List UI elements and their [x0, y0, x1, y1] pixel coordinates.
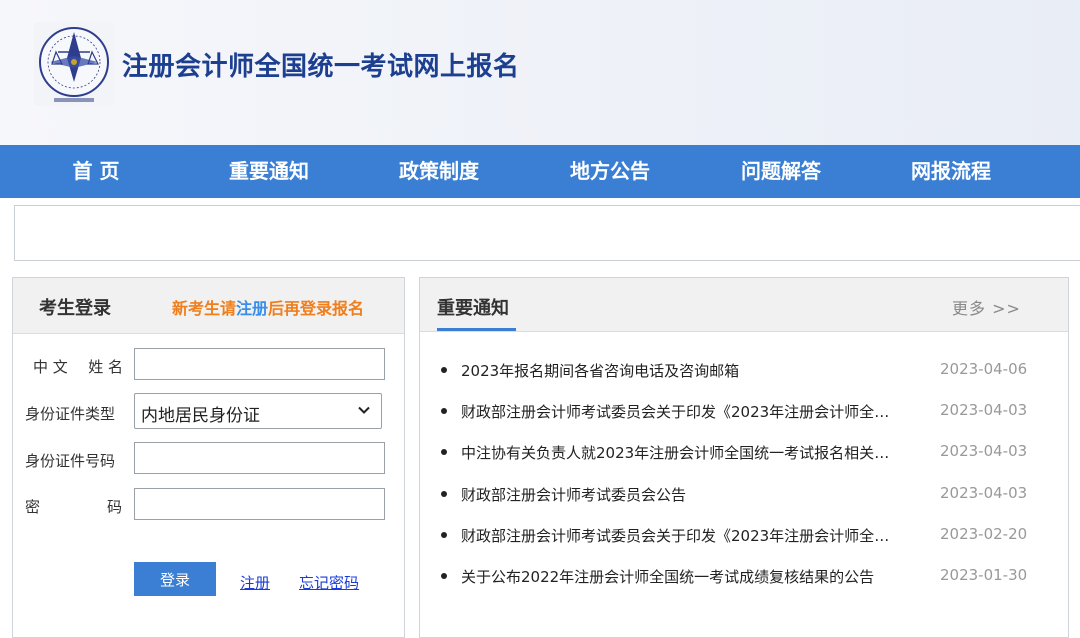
notice-item[interactable]: 财政部注册会计师考试委员会关于印发《2023年注册会计师全国统一考试大纲》的通知…	[420, 522, 1068, 548]
notices-title-underline	[437, 328, 516, 331]
id-type-select[interactable]: 内地居民身份证	[134, 393, 382, 429]
name-row: 中 文 姓 名	[13, 348, 404, 382]
register-hint-prefix: 新考生请	[172, 299, 237, 318]
name-label-part-2: 姓 名	[88, 358, 123, 376]
nav-item-policies[interactable]: 政策制度	[364, 145, 514, 198]
site-title: 注册会计师全国统一考试网上报名	[122, 52, 520, 82]
notices-title[interactable]: 重要通知	[437, 294, 509, 320]
notice-title[interactable]: 财政部注册会计师考试委员会关于印发《2023年注册会计师全国统一考试报名简章》的…	[461, 401, 903, 422]
password-label: 密 码	[25, 496, 122, 517]
nav-item-home[interactable]: 首 页	[21, 145, 171, 198]
name-label: 中 文 姓 名	[33, 356, 123, 377]
name-label-part-1: 中 文	[33, 358, 68, 376]
password-row: 密 码	[13, 488, 404, 522]
bullet-icon	[441, 367, 447, 373]
register-hint: 新考生请注册后再登录报名	[172, 295, 364, 319]
password-label-part-1: 密	[25, 498, 41, 516]
notices-panel-header: 重要通知 更多 >>	[420, 278, 1068, 332]
notice-title[interactable]: 关于公布2022年注册会计师全国统一考试成绩复核结果的公告	[461, 566, 903, 587]
notice-date: 2023-04-06	[940, 360, 1028, 378]
login-panel-header: 考生登录 新考生请注册后再登录报名	[13, 278, 404, 334]
bullet-icon	[441, 573, 447, 579]
bullet-icon	[441, 532, 447, 538]
notice-item[interactable]: 中注协有关负责人就2023年注册会计师全国统一考试报名相关问题答记者问 2023…	[420, 439, 1068, 465]
nav-item-faq[interactable]: 问题解答	[706, 145, 856, 198]
id-type-row: 身份证件类型 内地居民身份证	[13, 393, 404, 429]
notice-date: 2023-02-20	[940, 525, 1028, 543]
notice-item[interactable]: 财政部注册会计师考试委员会关于印发《2023年注册会计师全国统一考试报名简章》的…	[420, 398, 1068, 424]
banner-area	[14, 205, 1080, 261]
bullet-icon	[441, 491, 447, 497]
more-link[interactable]: 更多 >>	[952, 295, 1021, 319]
notice-item[interactable]: 2023年报名期间各省咨询电话及咨询邮箱 2023-04-06	[420, 357, 1068, 383]
bullet-icon	[441, 449, 447, 455]
register-hint-link[interactable]: 注册	[236, 299, 268, 318]
notices-panel: 重要通知 更多 >> 2023年报名期间各省咨询电话及咨询邮箱 2023-04-…	[419, 277, 1069, 638]
nav-item-notices[interactable]: 重要通知	[194, 145, 344, 198]
notice-date: 2023-04-03	[940, 484, 1028, 502]
notice-title[interactable]: 中注协有关负责人就2023年注册会计师全国统一考试报名相关问题答记者问	[461, 442, 903, 463]
register-link[interactable]: 注册	[240, 572, 270, 593]
login-button[interactable]: 登录	[134, 562, 216, 596]
notice-date: 2023-04-03	[940, 442, 1028, 460]
notice-date: 2023-04-03	[940, 401, 1028, 419]
notice-item[interactable]: 关于公布2022年注册会计师全国统一考试成绩复核结果的公告 2023-01-30	[420, 563, 1068, 589]
id-type-label: 身份证件类型	[25, 405, 116, 423]
id-number-label: 身份证件号码	[25, 452, 116, 470]
notice-title[interactable]: 2023年报名期间各省咨询电话及咨询邮箱	[461, 360, 903, 381]
register-hint-suffix: 后再登录报名	[268, 299, 365, 318]
notice-title[interactable]: 财政部注册会计师考试委员会关于印发《2023年注册会计师全国统一考试大纲》的通知	[461, 525, 903, 546]
id-type-selected-value: 内地居民身份证	[141, 406, 260, 426]
id-number-row: 身份证件号码	[13, 442, 404, 476]
password-input[interactable]	[134, 488, 385, 520]
notice-item[interactable]: 财政部注册会计师考试委员会公告 2023-04-03	[420, 481, 1068, 507]
site-header: 注册会计师全国统一考试网上报名	[0, 0, 1080, 145]
main-nav: 首 页 重要通知 政策制度 地方公告 问题解答 网报流程	[0, 145, 1080, 198]
notice-date: 2023-01-30	[940, 566, 1028, 584]
login-title: 考生登录	[39, 298, 111, 319]
nav-item-registration-process[interactable]: 网报流程	[876, 145, 1026, 198]
nav-item-local-announcements[interactable]: 地方公告	[535, 145, 685, 198]
bullet-icon	[441, 408, 447, 414]
login-panel: 考生登录 新考生请注册后再登录报名 中 文 姓 名 身份证件类型 内地居民身份证…	[12, 277, 405, 638]
chevron-down-icon	[358, 406, 370, 414]
id-number-input[interactable]	[134, 442, 385, 474]
name-input[interactable]	[134, 348, 385, 380]
forgot-password-link[interactable]: 忘记密码	[299, 572, 359, 593]
cicpa-emblem-icon	[34, 22, 114, 106]
notice-title[interactable]: 财政部注册会计师考试委员会公告	[461, 484, 903, 505]
password-label-part-2: 码	[106, 498, 122, 516]
